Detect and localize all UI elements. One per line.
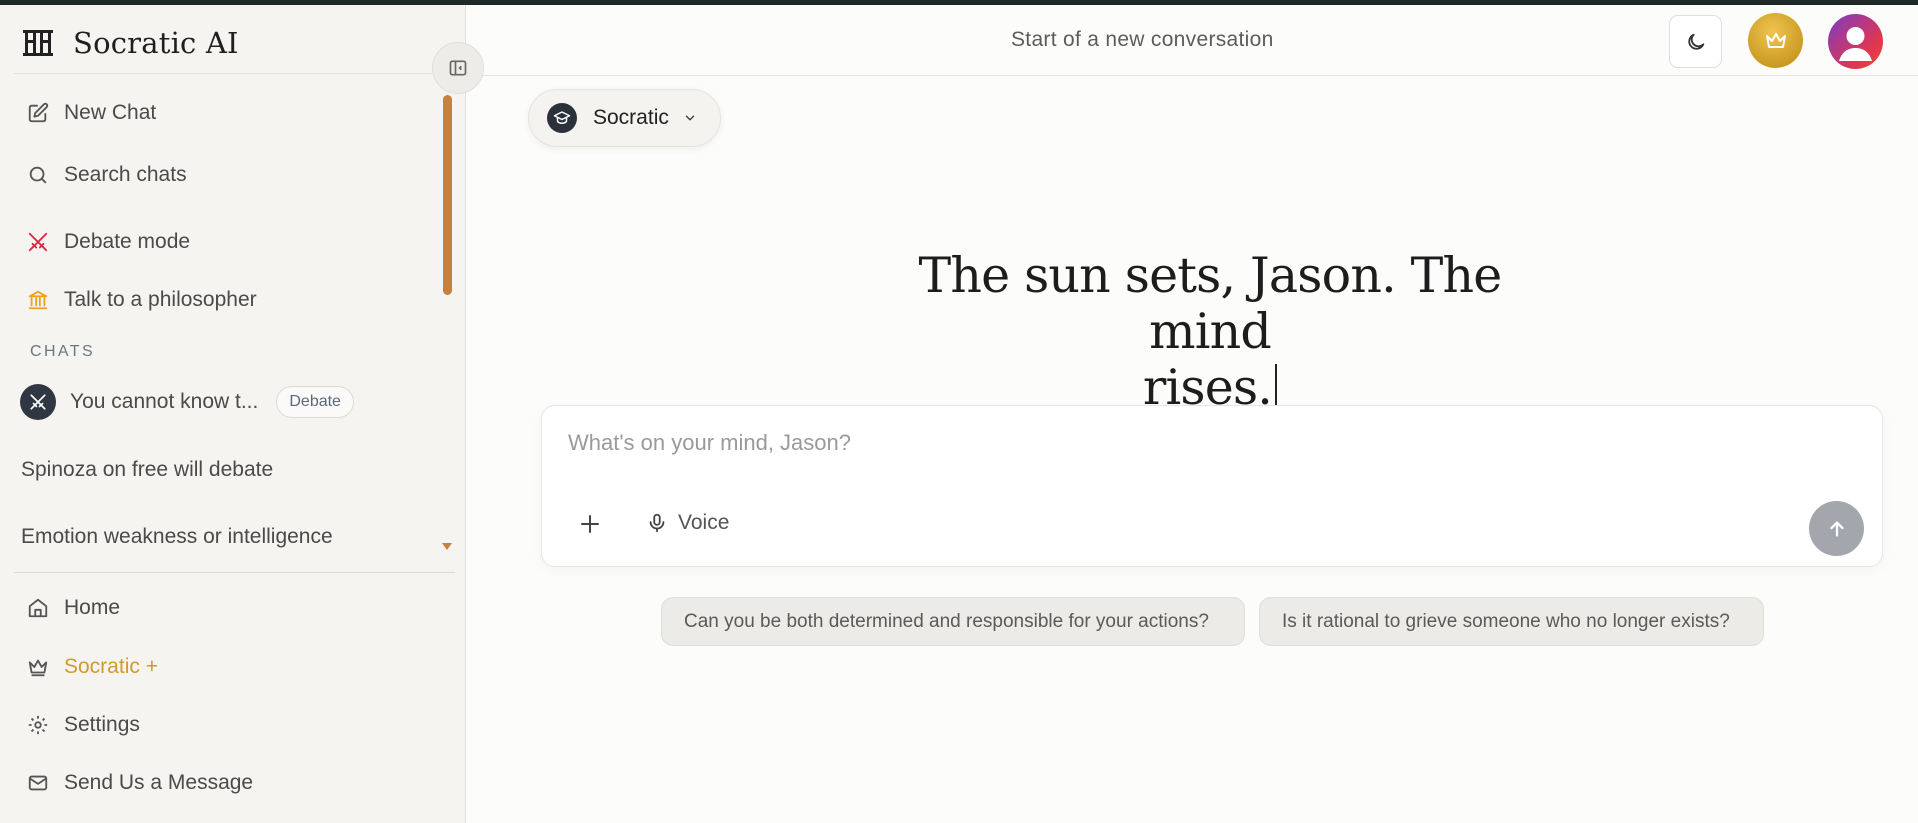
graduation-cap-icon bbox=[547, 103, 577, 133]
text-caret bbox=[1275, 364, 1278, 410]
search-chats-label: Search chats bbox=[64, 163, 187, 186]
voice-label: Voice bbox=[678, 511, 730, 534]
user-icon bbox=[1839, 27, 1872, 61]
collapse-sidebar-button[interactable] bbox=[432, 42, 484, 94]
new-chat-label: New Chat bbox=[64, 101, 157, 124]
chat-item[interactable]: Emotion weakness or intelligence bbox=[21, 525, 333, 549]
model-name: Socratic bbox=[593, 106, 669, 129]
chevron-down-icon bbox=[683, 111, 697, 125]
settings-button[interactable]: Settings bbox=[26, 705, 140, 745]
model-selector[interactable]: Socratic bbox=[528, 89, 721, 147]
philosopher-label: Talk to a philosopher bbox=[64, 288, 257, 311]
temple-icon bbox=[26, 288, 50, 312]
divider bbox=[467, 75, 1918, 76]
send-message-button[interactable]: Send Us a Message bbox=[26, 763, 253, 803]
search-chats-button[interactable]: Search chats bbox=[26, 155, 187, 195]
crown-icon bbox=[26, 655, 50, 679]
theme-toggle-button[interactable] bbox=[1669, 15, 1722, 68]
microphone-icon bbox=[646, 512, 668, 534]
brand-name: Socratic AI bbox=[73, 26, 239, 60]
home-icon bbox=[26, 596, 50, 620]
sidebar-toggle-icon bbox=[449, 60, 467, 76]
page-title: Start of a new conversation bbox=[1011, 28, 1274, 51]
chat-title: You cannot know t... bbox=[70, 390, 259, 413]
brand[interactable]: Socratic AI bbox=[22, 23, 239, 63]
upgrade-button[interactable] bbox=[1748, 13, 1803, 68]
sidebar-scrollbar[interactable] bbox=[443, 95, 452, 295]
chats-section-label: CHATS bbox=[30, 343, 96, 360]
greeting-line: The sun sets, Jason. The mind bbox=[918, 247, 1502, 360]
search-icon bbox=[26, 163, 50, 187]
suggestion-chip[interactable]: Can you be both determined and responsib… bbox=[661, 597, 1245, 646]
send-message-label: Send Us a Message bbox=[64, 771, 254, 794]
debate-mode-button[interactable]: Debate mode bbox=[26, 222, 190, 262]
plus-icon bbox=[581, 515, 599, 533]
chat-item-debate[interactable]: You cannot know t... Debate bbox=[20, 384, 354, 420]
socratic-plus-button[interactable]: Socratic + bbox=[26, 647, 158, 687]
debate-badge: Debate bbox=[276, 386, 354, 418]
suggestion-chip[interactable]: Is it rational to grieve someone who no … bbox=[1259, 597, 1764, 646]
crown-icon bbox=[1765, 32, 1786, 48]
message-input[interactable] bbox=[568, 426, 1668, 460]
voice-button[interactable]: Voice bbox=[646, 507, 729, 539]
logo-icon bbox=[22, 28, 54, 58]
avatar[interactable] bbox=[1828, 14, 1883, 69]
mail-icon bbox=[26, 771, 50, 795]
home-label: Home bbox=[64, 596, 121, 619]
debate-mode-label: Debate mode bbox=[64, 230, 191, 253]
message-composer: Voice bbox=[541, 405, 1883, 567]
socratic-plus-label: Socratic + bbox=[64, 655, 158, 678]
new-chat-button[interactable]: New Chat bbox=[26, 93, 156, 133]
chat-item[interactable]: Spinoza on free will debate bbox=[21, 458, 273, 482]
sidebar: Socratic AI New Chat Search chats Debate… bbox=[0, 5, 466, 823]
swords-icon bbox=[20, 384, 56, 420]
scroll-down-icon[interactable] bbox=[442, 543, 452, 550]
gear-icon bbox=[26, 713, 50, 737]
settings-label: Settings bbox=[64, 713, 140, 736]
moon-icon bbox=[1687, 33, 1704, 50]
swords-icon bbox=[26, 230, 50, 254]
arrow-up-icon bbox=[1829, 520, 1844, 537]
home-button[interactable]: Home bbox=[26, 588, 120, 628]
send-button[interactable] bbox=[1809, 501, 1864, 556]
edit-icon bbox=[26, 101, 50, 125]
divider bbox=[14, 73, 455, 74]
divider bbox=[14, 572, 455, 573]
philosopher-button[interactable]: Talk to a philosopher bbox=[26, 280, 257, 320]
attach-button[interactable] bbox=[576, 510, 604, 538]
greeting-heading: The sun sets, Jason. The mind rises. bbox=[860, 248, 1560, 416]
